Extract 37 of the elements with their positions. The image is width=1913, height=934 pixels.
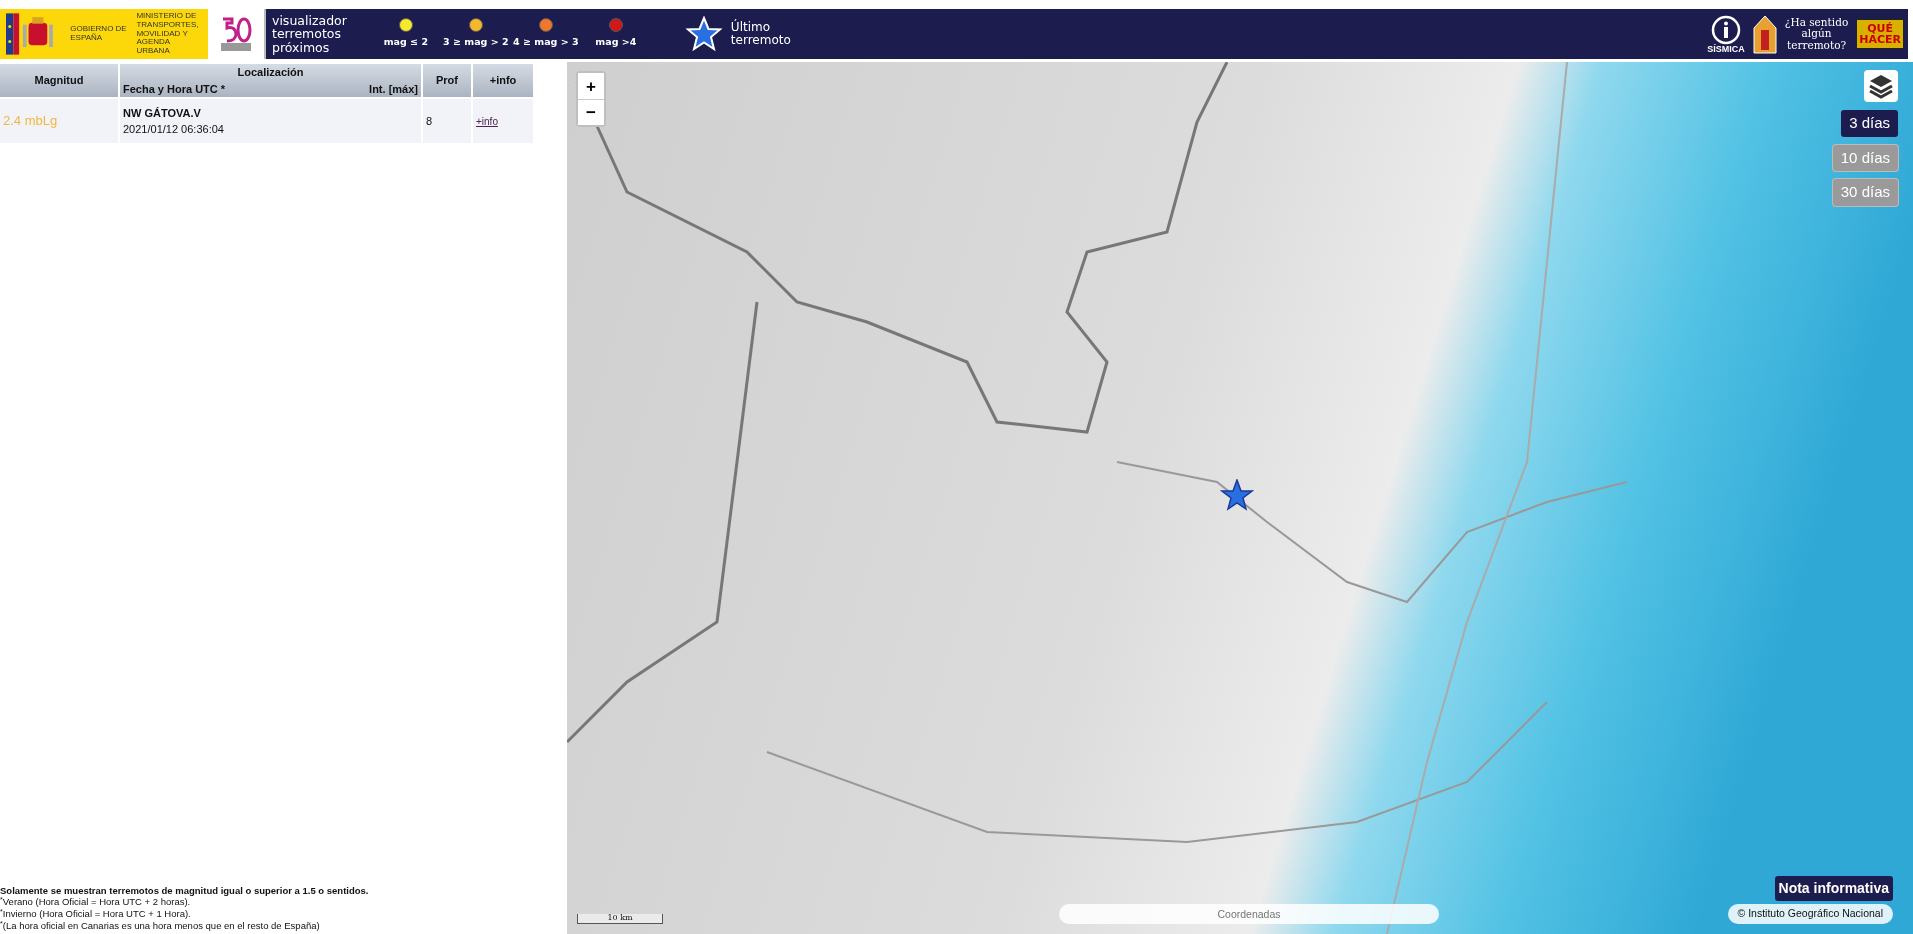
location-header: Localización [236,65,305,80]
magnitude-cell: 2.4 mbLg [0,99,118,143]
column-header: Magnitud [0,64,118,97]
info-link[interactable]: +info [476,115,498,127]
intensity-header: Int. [máx] [369,81,418,97]
government-label: GOBIERNO DE ESPAÑA [70,25,128,43]
coordinates-field[interactable]: Coordenadas [1059,904,1439,924]
legend-label: 3 ≥ mag > 2 [443,35,509,50]
location-text: NW GÁTOVA.V [123,105,202,121]
info-note-button[interactable]: Nota informativa [1774,876,1893,901]
felt-earthquake-link[interactable]: ¿Ha sentido algún terremoto? [1784,17,1849,51]
ministry-label: MINISTERIO DE TRANSPORTES, MOVILIDAD Y AGENDA URBANA [136,12,200,56]
footnote-text: $^{*}$Verano (Hora Oficial = Hora UTC + 2 horas). [0,896,191,909]
column-header: Prof [423,64,471,97]
layers-icon[interactable] [1864,70,1898,102]
legend-label: mag ≤ 2 [383,35,428,50]
attribution-label: © Instituto Geográfico Nacional [1727,904,1893,924]
footnote-text: $^{*}$(La hora oficial en Canarias es una hora menos que en el resto de España) [0,920,321,932]
legend-label: mag >4 [595,35,637,50]
footnote-text: Solamente se muestran terremotos de magnitud igual o superior a 1.5 o sentidos. [0,884,370,897]
footnote-text: $^{*}$Invierno (Hora Oficial = Hora UTC + 1 Hora). [0,908,192,921]
depth-cell: 8 [423,99,471,143]
zoom-out-button[interactable]: − [578,99,604,125]
datetime-header: Fecha y Hora UTC * [123,81,226,97]
info-icon[interactable] [1711,14,1742,45]
column-header: +info [473,64,533,97]
legend-label: 4 ≥ mag > 3 [513,35,579,50]
range-button[interactable]: 3 días [1841,110,1898,137]
datetime-text: 2021/01/12 06:36:04 [123,122,225,137]
house-icon[interactable] [1752,14,1777,54]
sismica-label: SÍSMICA [1707,44,1745,54]
earthquake-star-marker[interactable] [1220,478,1255,511]
anniversary-logo-icon [219,15,253,53]
viewer-title: visualizador terremotos próximos [264,9,357,59]
scale-bar: 10 km [577,914,663,924]
last-quake-label: Último terremoto [730,21,791,47]
star-icon [684,16,723,52]
